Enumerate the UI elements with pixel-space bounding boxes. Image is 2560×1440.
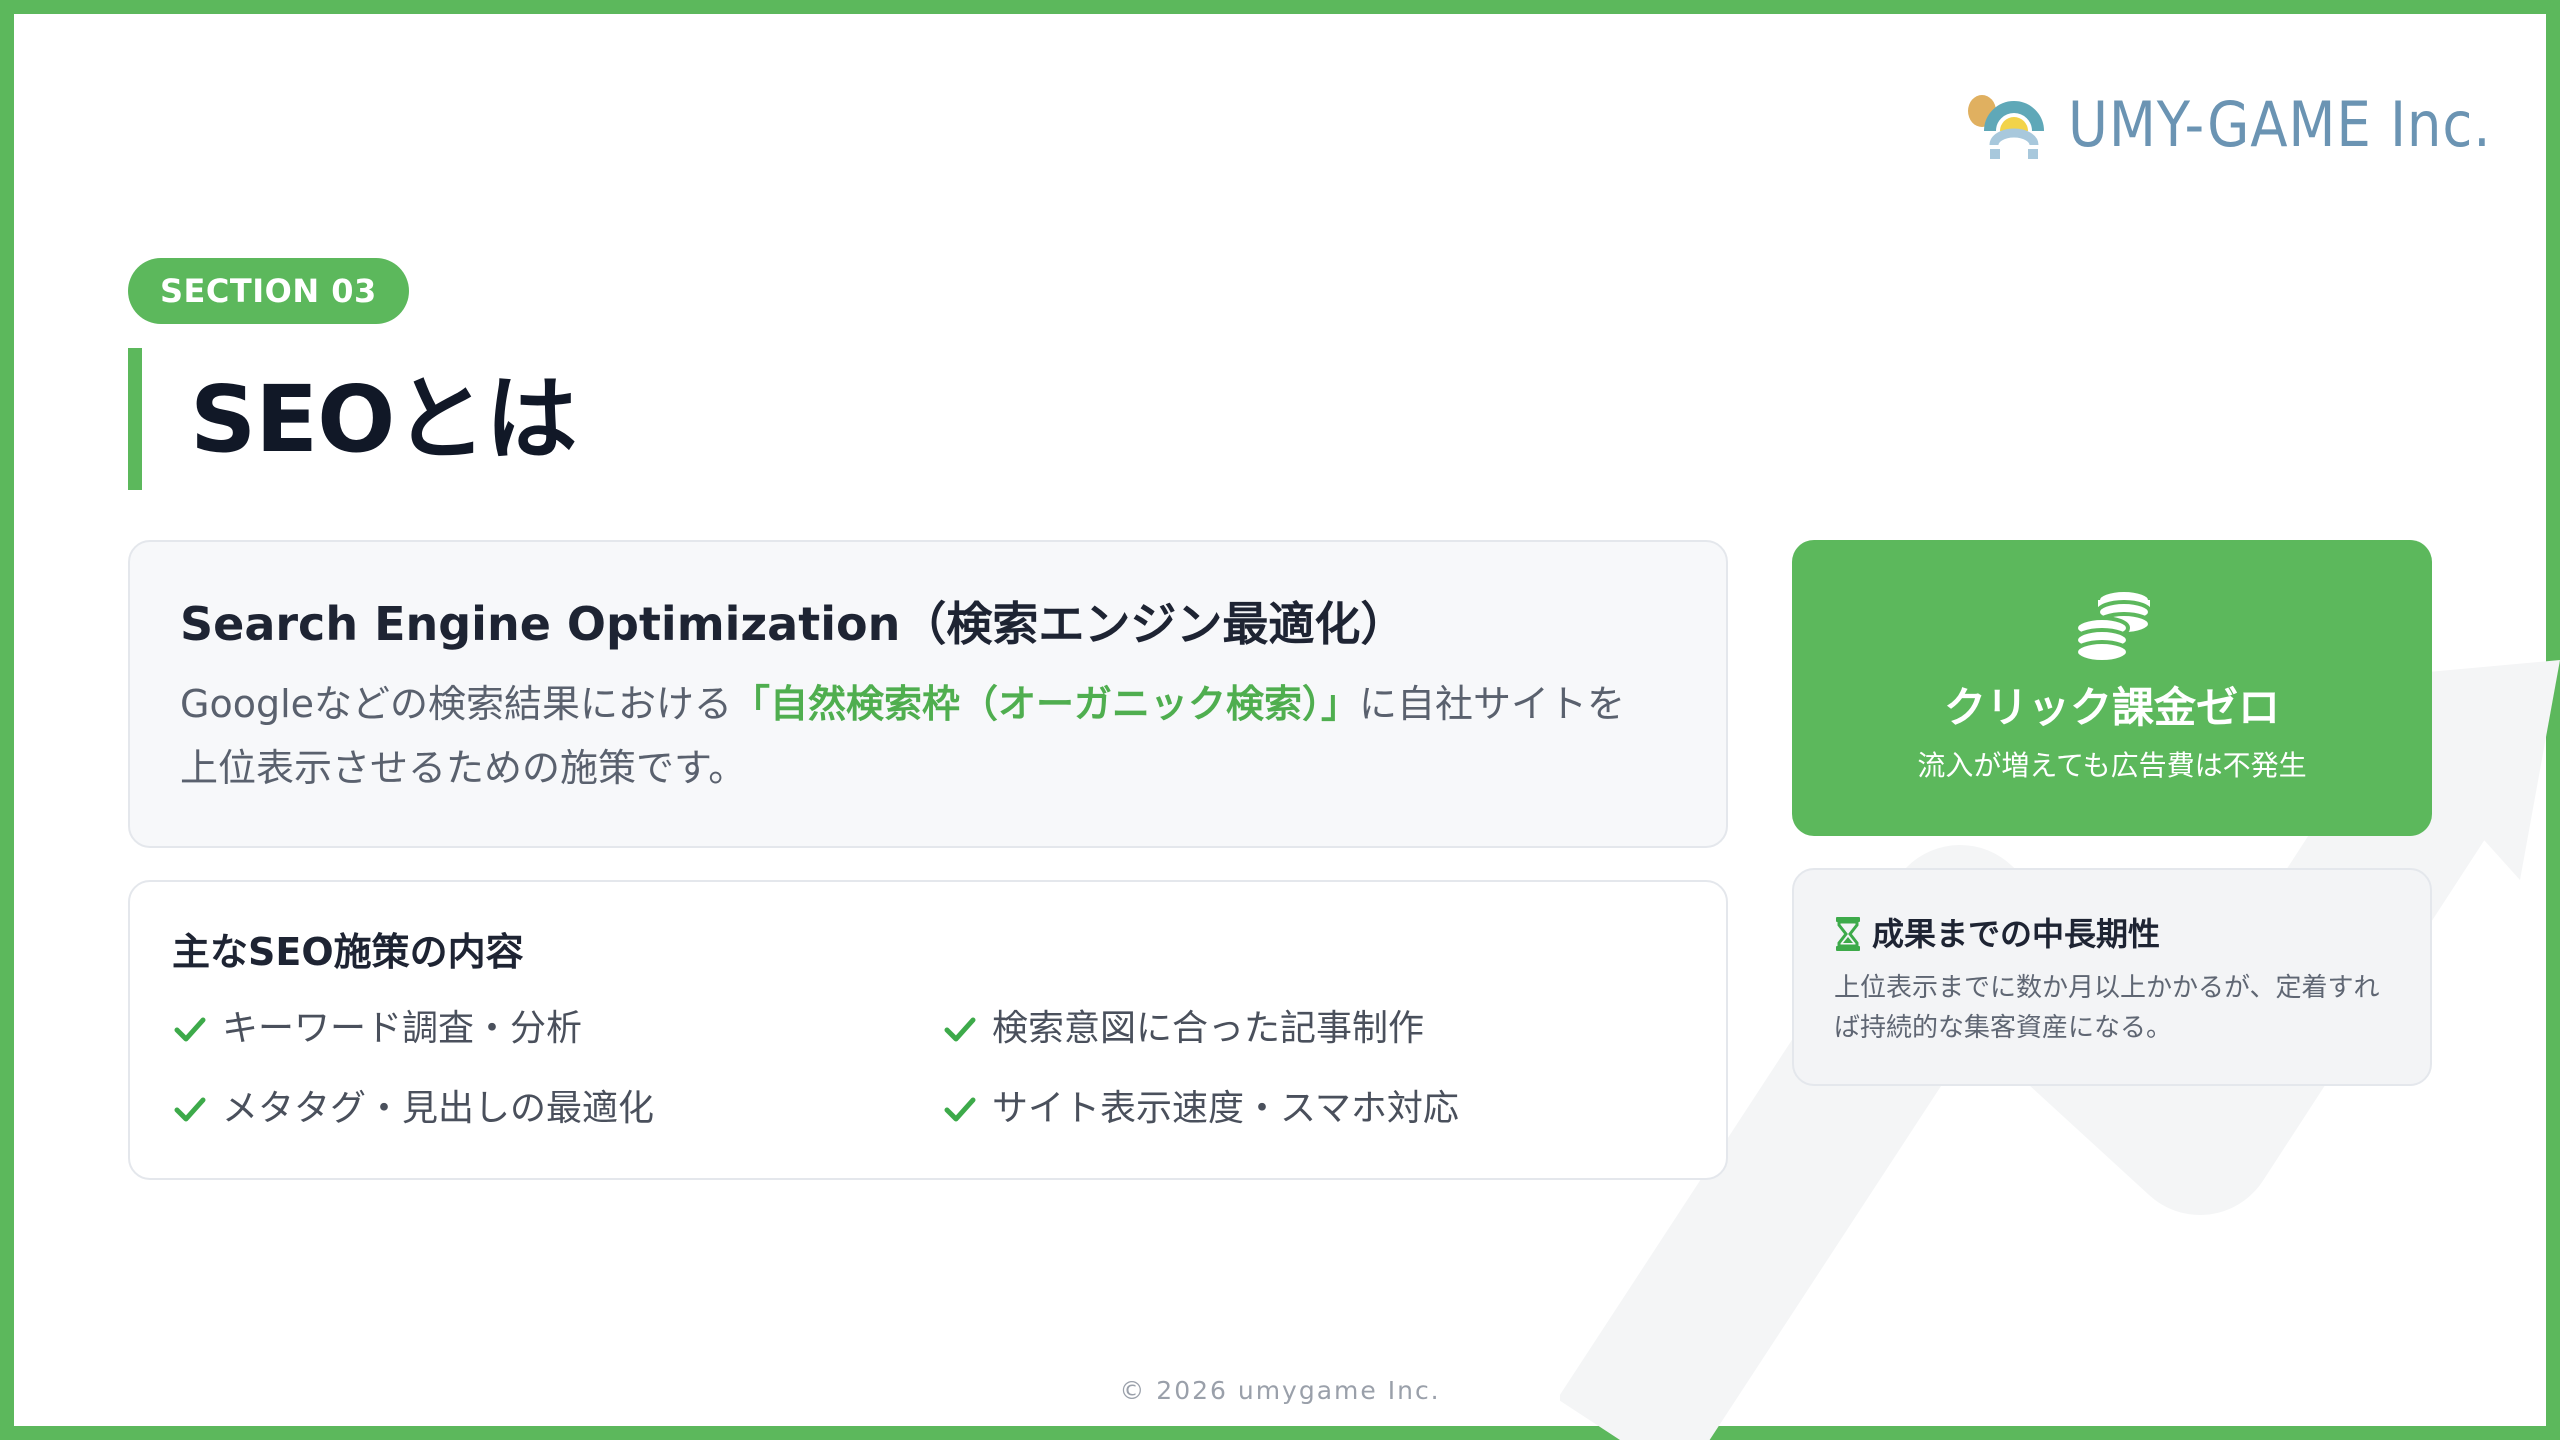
note-body: 上位表示までに数か月以上かかるが、定着すれば持続的な集客資産になる。: [1834, 973, 2380, 1043]
definition-text-before: Googleなどの検索結果における: [180, 682, 733, 726]
definition-heading: Search Engine Optimization（検索エンジン最適化）: [180, 597, 1407, 651]
note-title: 成果までの中長期性: [1872, 915, 2161, 953]
benefit-title: クリック課金ゼロ: [1943, 683, 2280, 732]
list-item: サイト表示速度・スマホ対応: [942, 1080, 1712, 1138]
benefit-subtitle: 流入が増えても広告費は不発生: [1917, 749, 2307, 782]
check-icon: [174, 1097, 206, 1122]
list-item-label: 検索意図に合った記事制作: [992, 1008, 1425, 1049]
check-icon: [944, 1097, 976, 1122]
page-title: SEOとは: [190, 366, 577, 473]
section-badge: SECTION 03: [128, 258, 409, 324]
list-item: メタタグ・見出しの最適化: [172, 1080, 942, 1138]
logo-text: UMY-GAME Inc.: [2068, 88, 2492, 161]
list-item-label: メタタグ・見出しの最適化: [222, 1088, 655, 1129]
footer-copyright: © 2026 umygame Inc.: [1119, 1376, 1441, 1405]
seo-measures-card: 主なSEO施策の内容 キーワード調査・分析 検索意図に合った記事制作 メタタグ・…: [128, 880, 1728, 1180]
hourglass-icon: [1836, 917, 1860, 951]
title-accent-bar: [128, 348, 142, 490]
list-item: キーワード調査・分析: [172, 1000, 942, 1058]
list-item-label: キーワード調査・分析: [222, 1008, 583, 1049]
logo-mark-icon: [1968, 94, 2044, 159]
check-icon: [944, 1017, 976, 1042]
measures-heading: 主なSEO施策の内容: [172, 930, 524, 974]
benefit-card: クリック課金ゼロ 流入が増えても広告費は不発生: [1792, 540, 2432, 836]
definition-card: Search Engine Optimization（検索エンジン最適化） Go…: [128, 540, 1728, 848]
definition-highlight: 「自然検索枠（オーガニック検索）」: [732, 682, 1360, 726]
list-item: 検索意図に合った記事制作: [942, 1000, 1712, 1058]
check-icon: [174, 1017, 206, 1042]
coins-icon: [2074, 588, 2152, 664]
definition-body: Googleなどの検索結果における「自然検索枠（オーガニック検索）」に自社サイト…: [180, 672, 1660, 800]
company-logo: UMY-GAME Inc.: [1960, 88, 2549, 161]
list-item-label: サイト表示速度・スマホ対応: [992, 1088, 1459, 1129]
measures-list: キーワード調査・分析 検索意図に合った記事制作 メタタグ・見出しの最適化 サイト…: [172, 1000, 1684, 1138]
note-header: 成果までの中長期性: [1834, 912, 2394, 956]
timeline-note-card: 成果までの中長期性 上位表示までに数か月以上かかるが、定着すれば持続的な集客資産…: [1792, 868, 2432, 1086]
